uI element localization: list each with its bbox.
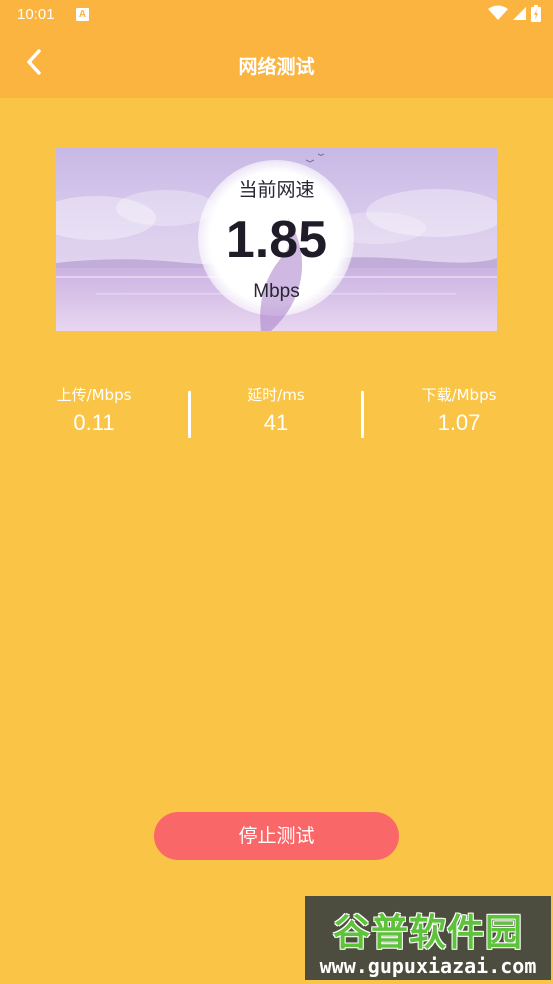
- stat-value: 1.07: [437, 410, 481, 435]
- divider: [188, 391, 191, 438]
- wifi-icon: [488, 5, 508, 25]
- battery-icon: [531, 4, 541, 26]
- speed-banner: 当前网速 1.85 Mbps: [56, 148, 497, 331]
- watermark-url: www.gupuxiazai.com: [319, 954, 537, 978]
- stat-value: 0.11: [73, 410, 115, 435]
- app-bar: 网络测试: [0, 32, 553, 98]
- stats-row: 上传/Mbps 0.11 延时/ms 41 下载/Mbps 1.07: [0, 385, 553, 445]
- watermark-title: 谷普软件园: [333, 911, 523, 954]
- status-bar: 10:01 A: [0, 0, 553, 32]
- divider: [361, 391, 364, 438]
- stat-label: 下载/Mbps: [421, 386, 497, 404]
- status-icons: [488, 4, 541, 26]
- stop-test-button[interactable]: 停止测试: [154, 812, 399, 860]
- stat-download: 下载/Mbps 1.07: [379, 385, 539, 438]
- stat-upload: 上传/Mbps 0.11: [14, 385, 174, 438]
- speed-title: 当前网速: [238, 179, 315, 201]
- page-title: 网络测试: [238, 56, 315, 78]
- stat-label: 延时/ms: [247, 386, 305, 404]
- a-icon: A: [76, 8, 89, 21]
- stat-label: 上传/Mbps: [56, 386, 132, 404]
- signal-icon: [512, 6, 527, 25]
- stat-latency: 延时/ms 41: [196, 385, 356, 438]
- status-time: 10:01: [17, 6, 55, 23]
- speed-value: 1.85: [225, 211, 328, 269]
- stat-value: 41: [263, 410, 289, 435]
- speed-unit: Mbps: [253, 281, 300, 302]
- watermark: 谷普软件园 www.gupuxiazai.com: [305, 896, 551, 980]
